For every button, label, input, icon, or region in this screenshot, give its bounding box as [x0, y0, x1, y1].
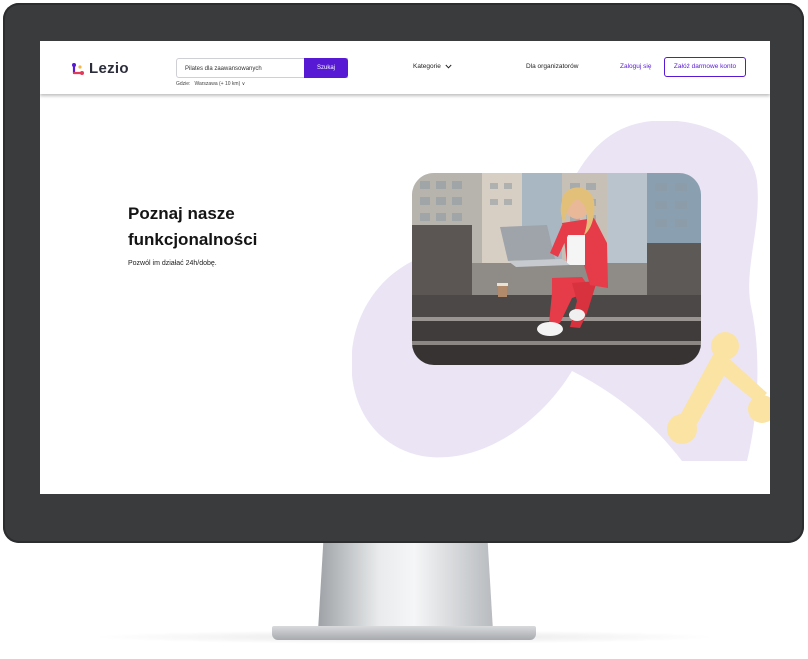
monitor-base [272, 626, 536, 640]
nav-categories[interactable]: Kategorie [413, 63, 452, 70]
monitor-stand [318, 543, 493, 631]
chevron-down-icon [445, 64, 452, 69]
screen: Lezio Pilates dla zaawansowanych Szukaj … [40, 41, 770, 494]
nav-categories-label: Kategorie [413, 63, 441, 70]
hero-subtitle: Pozwól im działać 24h/dobę. [128, 260, 217, 267]
logo-text: Lezio [89, 60, 129, 77]
location-selector[interactable]: Gdzie: Warszawa (+ 10 km) ∨ [176, 81, 245, 87]
nav-organizers[interactable]: Dla organizatorów [526, 63, 578, 70]
woman-with-laptop-image [412, 173, 701, 365]
search-button[interactable]: Szukaj [304, 58, 348, 78]
login-link[interactable]: Zaloguj się [620, 63, 651, 70]
hero-photo [412, 173, 701, 365]
logo-icon [72, 62, 84, 75]
location-label: Gdzie: [176, 81, 191, 87]
monitor-frame: Lezio Pilates dla zaawansowanych Szukaj … [3, 3, 804, 543]
register-button[interactable]: Załóż darmowe konto [664, 57, 746, 77]
logo[interactable]: Lezio [71, 60, 129, 77]
site-header: Lezio Pilates dla zaawansowanych Szukaj … [40, 41, 770, 94]
location-value: Warszawa (+ 10 km) ∨ [194, 81, 246, 87]
hero-title: Poznaj nasze funkcjonalności [128, 204, 258, 249]
